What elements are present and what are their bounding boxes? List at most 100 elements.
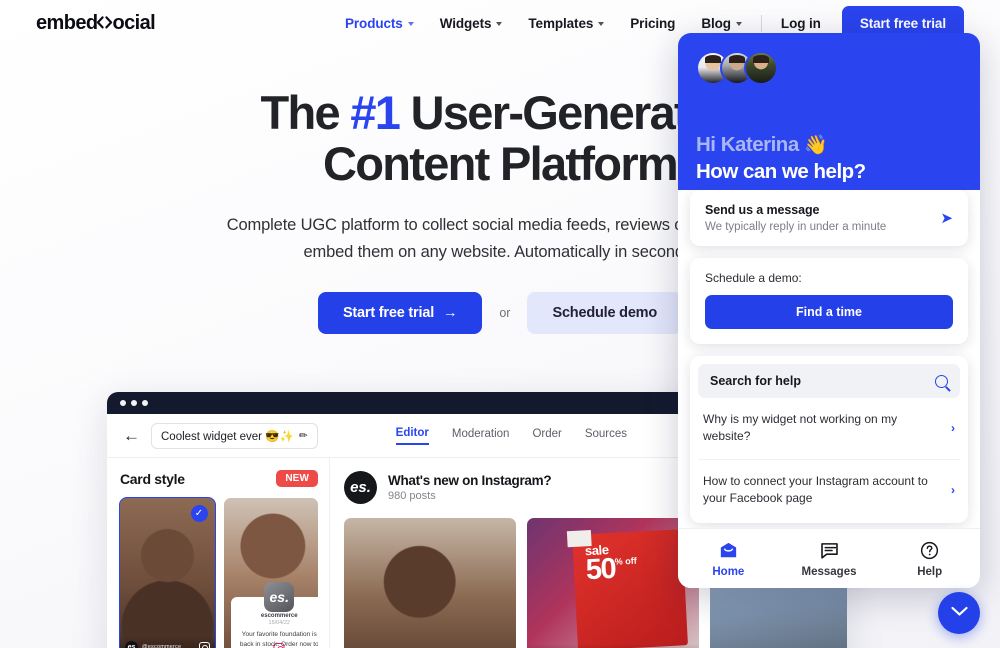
card-style-options: ✓ es @escommerce es. escommerce 15/04/22 [119,497,318,648]
find-a-time-button[interactable]: Find a time [705,295,953,329]
hero-start-free-trial-button[interactable]: Start free trial → [317,291,483,334]
sale-value-row: 50% off [585,552,684,585]
chevron-down-icon [598,22,605,26]
nav-item-pricing[interactable]: Pricing [617,16,688,31]
help-article-title: How to connect your Instagram account to… [703,473,928,506]
nav-item-blog[interactable]: Blog [688,16,755,31]
widget-name-value: Coolest widget ever 😎✨ [161,430,294,443]
back-arrow-icon[interactable]: ← [123,426,140,446]
pencil-icon[interactable]: ✏ [299,430,308,442]
card-style-panel: Card style NEW ✓ es @escommerce es. esco… [107,458,330,648]
search-icon [935,374,948,388]
feed-post-tile[interactable]: sale 50% off es. escommerce [527,518,699,648]
feed-post-tile[interactable] [344,518,516,648]
sale-promo-card: sale 50% off [567,528,689,648]
avatar: es. [344,471,377,504]
card-style-title: Card style [120,470,185,487]
help-article-item[interactable]: Why is my widget not working on my websi… [698,398,960,460]
card-footer: es @escommerce [120,636,215,648]
nav-item-label: Products [344,15,403,31]
send-message-card[interactable]: Send us a message We typically reply in … [690,190,968,246]
messenger-launcher-button[interactable] [938,592,980,634]
message-bubble-icon [779,540,880,562]
help-article-item[interactable]: How to connect your Instagram account to… [698,460,960,521]
waving-hand-icon: 👋 [803,135,828,156]
feed-title: What's new on Instagram? [388,473,552,488]
editor-tabs: Editor Moderation Order Sources [395,427,627,445]
nav-item-widgets[interactable]: Widgets [427,16,516,31]
tab-order[interactable]: Order [532,428,561,444]
card-style-option-selected[interactable]: ✓ es @escommerce [119,497,216,648]
home-envelope-icon [678,540,779,562]
tab-moderation[interactable]: Moderation [452,428,510,444]
send-message-title: Send us a message [705,203,820,217]
title-line2: Content Platform [322,136,679,190]
send-message-subtitle: We typically reply in under a minute [705,221,887,233]
check-icon: ✓ [190,505,208,522]
page-root: embed ocial Products Widgets Templates P… [0,0,1000,648]
messenger-tab-home[interactable]: Home [678,540,779,578]
card-handle: @escommerce [142,644,182,648]
logo-text-left: embed [36,11,98,34]
send-icon[interactable]: ➤ [940,209,953,227]
help-center-card: Search for help Why is my widget not wor… [690,356,968,523]
feed-tile-footer: es. escommerce [527,644,699,648]
card-style-header: Card style NEW [120,470,318,487]
nav-item-label: Blog [701,15,731,31]
login-link[interactable]: Log in [768,16,834,31]
card-style-option[interactable]: es. escommerce 15/04/22 Your favorite fo… [223,498,318,648]
avatar-hair [704,55,722,63]
question-circle-icon [879,540,980,562]
nav-item-products[interactable]: Products [332,16,427,31]
hero-primary-cta-label: Start free trial [342,304,435,321]
tab-editor[interactable]: Editor [395,427,429,445]
window-dot-icon [142,400,148,406]
chevron-down-icon [496,22,503,26]
widget-name-input[interactable]: Coolest widget ever 😎✨ ✏ [151,422,318,449]
tab-sources[interactable]: Sources [585,428,627,444]
intercom-messenger-panel: Hi Katerina 👋 How can we help? Send us a… [678,33,980,588]
messenger-content[interactable]: Send us a message We typically reply in … [678,190,980,528]
messenger-tab-messages[interactable]: Messages [779,540,880,578]
sale-off-label: % off [614,555,638,567]
chevron-right-icon: › [951,421,955,436]
schedule-demo-label: Schedule a demo: [705,271,802,285]
nav-item-label: Widgets [439,15,492,31]
window-dot-icon [120,400,126,406]
instagram-icon [198,641,210,648]
schedule-demo-card: Schedule a demo: Find a time [690,258,968,344]
chevron-right-icon: › [951,483,955,498]
title-highlight: #1 [350,86,401,139]
messenger-tab-help[interactable]: Help [879,540,980,578]
logo-chevron-icon [96,13,113,36]
messenger-bottom-nav: Home Messages Help [678,528,980,588]
card-caption-overlay: es. escommerce 15/04/22 Your favorite fo… [230,582,318,648]
avatar-hair [752,55,770,63]
title-part1: The [260,86,351,139]
send-message-text: Send us a message We typically reply in … [705,203,940,233]
messenger-greeting: Hi Katerina 👋 How can we help? [696,133,962,184]
messenger-tab-label: Messages [801,565,857,578]
search-input[interactable]: Search for help [698,364,960,398]
hero-schedule-demo-button[interactable]: Schedule demo [527,291,683,334]
messenger-tab-label: Help [917,565,943,578]
arrow-right-icon: → [443,304,458,321]
messenger-header: Hi Katerina 👋 How can we help? [678,33,980,204]
window-dot-icon [131,400,137,406]
sale-tag-shape [567,529,592,547]
avatar [744,51,778,85]
nav-divider [760,14,762,32]
logo-text-right: ocial [112,11,156,34]
chevron-down-icon [407,22,414,26]
card-date: 15/04/22 [268,620,290,627]
chevron-down-icon [950,604,968,622]
status-badge: NEW [276,470,318,487]
greeting-name: Hi Katerina [696,133,799,156]
es-logo-icon: es [125,640,138,648]
feed-post-count: 980 posts [388,490,436,502]
embedsocial-logo[interactable]: embed ocial [36,11,156,36]
nav-item-templates[interactable]: Templates [515,16,617,31]
messenger-tab-label: Home [712,565,745,578]
avatar-hair [728,55,746,63]
greeting-line-1: Hi Katerina 👋 [696,133,962,157]
